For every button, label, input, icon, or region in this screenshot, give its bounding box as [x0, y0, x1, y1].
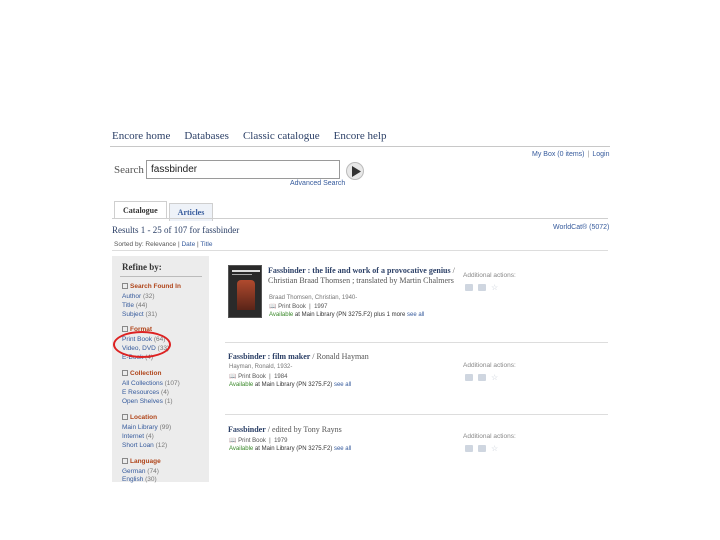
login-link[interactable]: Login: [592, 151, 609, 158]
star-icon[interactable]: ☆: [491, 284, 498, 292]
facet-heading-language[interactable]: Language: [122, 458, 161, 465]
collapse-icon: [122, 458, 128, 464]
collapse-icon: [122, 414, 128, 420]
nav-encore-help[interactable]: Encore help: [334, 130, 387, 142]
facet-heading-label: Search Found In: [130, 283, 181, 290]
refine-sidebar: Refine by: Search Found In Author (32) T…: [112, 256, 209, 483]
facet-item-all-collections[interactable]: All Collections (107): [122, 380, 180, 387]
see-all-link[interactable]: see all: [334, 382, 351, 388]
tab-catalogue[interactable]: Catalogue: [114, 201, 167, 219]
facet-item-title[interactable]: Title (44): [122, 302, 147, 309]
email-icon[interactable]: [478, 445, 486, 452]
sorted-by-label: Sorted by: Relevance |: [114, 241, 180, 248]
email-icon[interactable]: [478, 284, 486, 291]
record-availability: Available at Main Library (PN 3275.F2) s…: [229, 382, 352, 388]
search-go-button[interactable]: [346, 162, 364, 180]
record-responsibility: / edited by Tony Rayns: [265, 425, 342, 434]
my-box-link[interactable]: My Box (0 items): [532, 151, 585, 158]
record-format: 📖 Print Book | 1997: [269, 304, 328, 310]
book-cover-image[interactable]: [228, 265, 262, 318]
record-title[interactable]: Fassbinder : film maker / Ronald Hayman: [228, 352, 448, 362]
advanced-search-link[interactable]: Advanced Search: [290, 180, 345, 187]
refine-title: Refine by:: [122, 262, 162, 272]
worldcat-link[interactable]: WorldCat® (5072): [553, 224, 609, 231]
additional-actions-label: Additional actions:: [463, 272, 516, 279]
nav-divider: [110, 146, 610, 147]
additional-actions-label: Additional actions:: [463, 362, 516, 369]
record-availability: Available at Main Library (PN 3275.F2) s…: [229, 446, 352, 452]
record-title[interactable]: Fassbinder : the life and work of a prov…: [268, 266, 458, 286]
facet-heading-label: Language: [130, 458, 161, 465]
star-icon[interactable]: ☆: [491, 445, 498, 453]
record-title[interactable]: Fassbinder / edited by Tony Rayns: [228, 425, 448, 435]
book-icon: 📖: [229, 438, 237, 444]
facet-item-short-loan[interactable]: Short Loan (12): [122, 442, 167, 449]
record-availability: Available at Main Library (PN 3275.F2) p…: [269, 312, 425, 318]
nav-databases[interactable]: Databases: [184, 130, 229, 142]
nav-classic-catalogue[interactable]: Classic catalogue: [243, 130, 320, 142]
facet-heading-search-found-in[interactable]: Search Found In: [122, 283, 181, 290]
book-icon: 📖: [229, 374, 237, 380]
facet-heading-collection[interactable]: Collection: [122, 370, 161, 377]
facet-item-author[interactable]: Author (32): [122, 293, 155, 300]
facet-heading-label: Collection: [130, 370, 162, 377]
record-author[interactable]: Braad Thomsen, Christian, 1940-: [269, 295, 357, 301]
results-heading: Results 1 - 25 of 107 for fassbinder: [112, 225, 240, 235]
sort-divider: [112, 250, 608, 251]
additional-actions-label: Additional actions:: [463, 433, 516, 440]
facet-heading-location[interactable]: Location: [122, 414, 157, 421]
search-label: Search: [114, 164, 144, 176]
book-icon: 📖: [269, 304, 277, 310]
add-to-box-icon[interactable]: [465, 284, 473, 291]
star-icon[interactable]: ☆: [491, 374, 498, 382]
sort-date-link[interactable]: Date: [181, 241, 195, 248]
highlight-circle: [113, 331, 171, 358]
facet-item-open-shelves[interactable]: Open Shelves (1): [122, 398, 173, 405]
tab-divider: [112, 218, 608, 219]
facet-item-subject[interactable]: Subject (31): [122, 311, 157, 318]
record-actions: ☆: [465, 445, 498, 453]
record-format: 📖 Print Book | 1984: [229, 374, 288, 380]
separator: |: [587, 151, 590, 158]
collapse-icon: [122, 370, 128, 376]
play-arrow-icon: [352, 166, 361, 177]
facet-item-e-resources[interactable]: E Resources (4): [122, 389, 169, 396]
record-divider: [225, 342, 608, 343]
see-all-link[interactable]: see all: [334, 446, 351, 452]
record-format: 📖 Print Book | 1979: [229, 438, 288, 444]
add-to-box-icon[interactable]: [465, 374, 473, 381]
facet-item-main-library[interactable]: Main Library (99): [122, 424, 171, 431]
search-input[interactable]: [146, 160, 340, 179]
facet-heading-label: Location: [130, 414, 158, 421]
record-title-link[interactable]: Fassbinder : the life and work of a prov…: [268, 266, 451, 275]
sort-options: Sorted by: Relevance | Date | Title: [114, 241, 212, 248]
add-to-box-icon[interactable]: [465, 445, 473, 452]
record-author[interactable]: Hayman, Ronald, 1932-: [229, 364, 292, 370]
user-links: My Box (0 items) | Login: [532, 151, 609, 158]
facet-item-internet[interactable]: Internet (4): [122, 433, 154, 440]
refine-divider: [120, 276, 202, 277]
email-icon[interactable]: [478, 374, 486, 381]
nav-encore-home[interactable]: Encore home: [112, 130, 170, 142]
record-title-link[interactable]: Fassbinder: [228, 425, 266, 434]
record-title-link[interactable]: Fassbinder : film maker: [228, 352, 310, 361]
sort-separator: |: [197, 241, 199, 248]
facet-item-english[interactable]: English (30): [122, 476, 157, 483]
sort-title-link[interactable]: Title: [200, 241, 212, 248]
record-actions: ☆: [465, 284, 498, 292]
record-responsibility: / Ronald Hayman: [310, 352, 369, 361]
collapse-icon: [122, 326, 128, 332]
collapse-icon: [122, 283, 128, 289]
record-divider: [225, 414, 608, 415]
record-actions: ☆: [465, 374, 498, 382]
see-all-link[interactable]: see all: [407, 312, 424, 318]
facet-item-german[interactable]: German (74): [122, 468, 159, 475]
top-nav: Encore home Databases Classic catalogue …: [112, 130, 386, 142]
